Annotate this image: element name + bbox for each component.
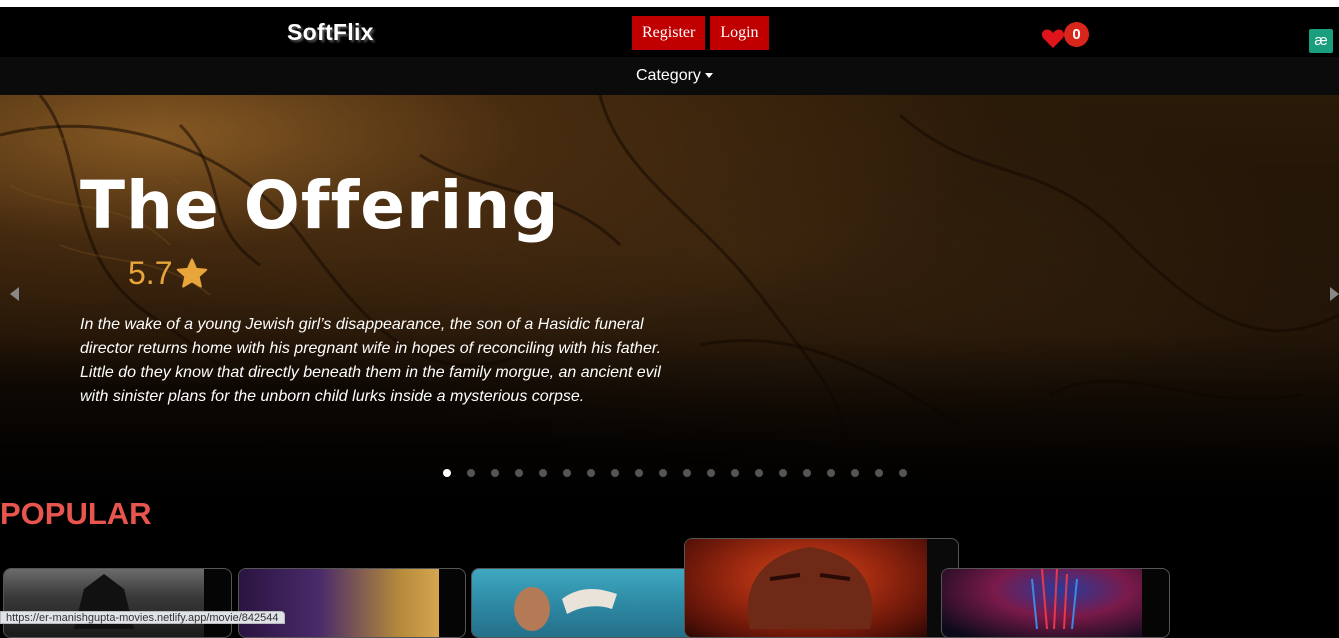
carousel-indicator-dot[interactable] xyxy=(875,469,883,477)
carousel-indicator-dot[interactable] xyxy=(731,469,739,477)
carousel-indicator-dot[interactable] xyxy=(683,469,691,477)
caret-down-icon xyxy=(704,73,713,79)
navbar: SoftFlix Register Login 0 æ xyxy=(0,7,1339,57)
carousel-indicator-dot[interactable] xyxy=(563,469,571,477)
rating-value: 5.7 xyxy=(128,255,173,291)
login-button[interactable]: Login xyxy=(710,16,769,50)
hero-carousel: The Offering 5.7 In the wake of a young … xyxy=(0,95,1339,491)
carousel-indicator-dot[interactable] xyxy=(755,469,763,477)
auth-buttons: Register Login xyxy=(632,16,769,50)
star-icon xyxy=(177,257,208,288)
carousel-indicator-dot[interactable] xyxy=(587,469,595,477)
poster-figure xyxy=(747,547,873,629)
category-dropdown[interactable]: Category xyxy=(636,67,713,85)
poster-figure xyxy=(514,587,617,631)
carousel-indicator-dot[interactable] xyxy=(803,469,811,477)
carousel-indicator-dot[interactable] xyxy=(467,469,475,477)
carousel-indicator-dot[interactable] xyxy=(899,469,907,477)
hero-overlay xyxy=(0,95,1339,491)
category-label: Category xyxy=(636,67,701,84)
extension-icon[interactable]: æ xyxy=(1309,29,1333,53)
carousel-indicator-dot[interactable] xyxy=(611,469,619,477)
movie-card-hovered[interactable] xyxy=(684,538,959,638)
hero-title: The Offering xyxy=(80,167,560,244)
carousel-indicator-dot[interactable] xyxy=(491,469,499,477)
favorites-count-badge: 0 xyxy=(1064,22,1089,47)
brand-logo[interactable]: SoftFlix xyxy=(287,19,374,46)
carousel-indicator-dot[interactable] xyxy=(851,469,859,477)
register-button[interactable]: Register xyxy=(632,16,706,50)
poster-figure xyxy=(1031,569,1078,629)
movie-card[interactable] xyxy=(941,568,1170,638)
carousel-indicator-dot[interactable] xyxy=(659,469,667,477)
movie-card[interactable] xyxy=(238,568,466,638)
top-strip xyxy=(0,0,1339,7)
carousel-indicator-dot[interactable] xyxy=(443,469,451,477)
heart-icon[interactable] xyxy=(1041,27,1065,49)
browser-status-bar: https://er-manishgupta-movies.netlify.ap… xyxy=(0,611,285,624)
chevron-left-icon[interactable] xyxy=(10,287,19,301)
carousel-indicator-dot[interactable] xyxy=(515,469,523,477)
carousel-indicators xyxy=(443,469,907,477)
movie-poster xyxy=(239,569,439,637)
carousel-indicator-dot[interactable] xyxy=(539,469,547,477)
movie-card[interactable] xyxy=(471,568,699,638)
popular-section-title: POPULAR xyxy=(0,496,152,531)
movie-card[interactable] xyxy=(3,568,232,638)
carousel-indicator-dot[interactable] xyxy=(827,469,835,477)
carousel-indicator-dot[interactable] xyxy=(779,469,787,477)
carousel-indicator-dot[interactable] xyxy=(635,469,643,477)
carousel-indicator-dot[interactable] xyxy=(707,469,715,477)
chevron-right-icon[interactable] xyxy=(1330,287,1339,301)
hero-rating: 5.7 xyxy=(128,255,210,292)
category-bar: Category xyxy=(0,57,1339,95)
hero-overview: In the wake of a young Jewish girl’s dis… xyxy=(80,316,662,405)
